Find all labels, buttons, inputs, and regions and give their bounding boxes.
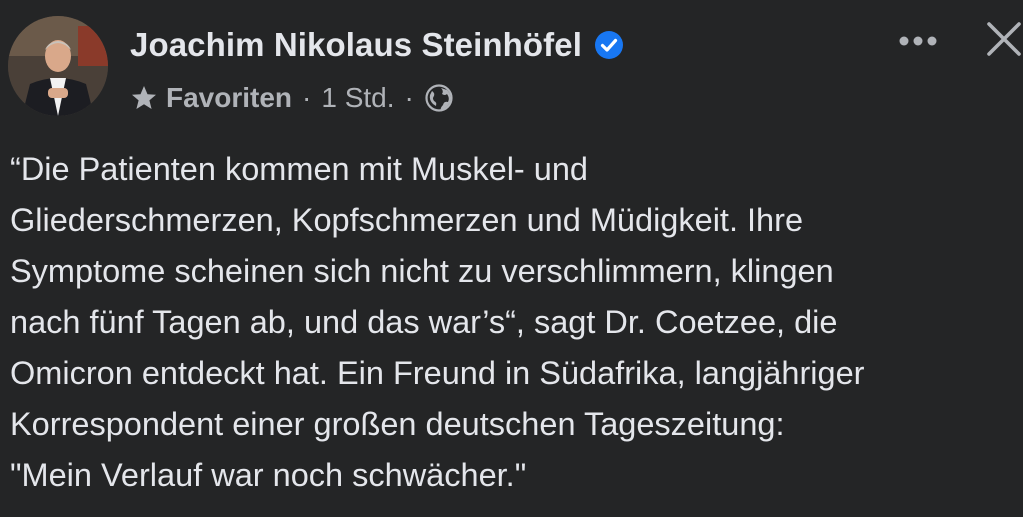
author-name[interactable]: Joachim Nikolaus Steinhöfel: [130, 26, 582, 64]
close-icon[interactable]: [983, 18, 1023, 60]
post-text-line: Omicron entdeckt hat. Ein Freund in Süda…: [10, 355, 865, 391]
avatar[interactable]: [8, 16, 108, 116]
favorites-label[interactable]: Favoriten: [166, 82, 292, 114]
post-text-line: nach fünf Tagen ab, und das war’s“, sagt…: [10, 304, 838, 340]
post-time[interactable]: 1 Std.: [321, 82, 394, 114]
more-horizontal-icon[interactable]: [893, 26, 943, 56]
verified-badge-icon: [594, 30, 624, 60]
avatar-image: [8, 16, 108, 116]
post-text: “Die Patienten kommen mit Muskel- und Gli…: [10, 144, 1015, 501]
star-icon: [130, 84, 158, 112]
globe-icon[interactable]: [424, 83, 454, 113]
post-author-row: Joachim Nikolaus Steinhöfel: [130, 26, 624, 64]
post-text-line: Gliederschmerzen, Kopfschmerzen und Müdi…: [10, 202, 804, 238]
meta-separator: ·: [302, 82, 312, 113]
post-text-line: "Mein Verlauf war noch schwächer.": [10, 457, 527, 493]
meta-separator: ·: [404, 82, 414, 113]
post-text-line: Korrespondent einer großen deutschen Tag…: [10, 406, 785, 442]
post-meta: Favoriten · 1 Std. ·: [130, 82, 454, 114]
post-text-line: “Die Patienten kommen mit Muskel- und: [10, 151, 589, 187]
post-text-line: Symptome scheinen sich nicht zu verschli…: [10, 253, 834, 289]
